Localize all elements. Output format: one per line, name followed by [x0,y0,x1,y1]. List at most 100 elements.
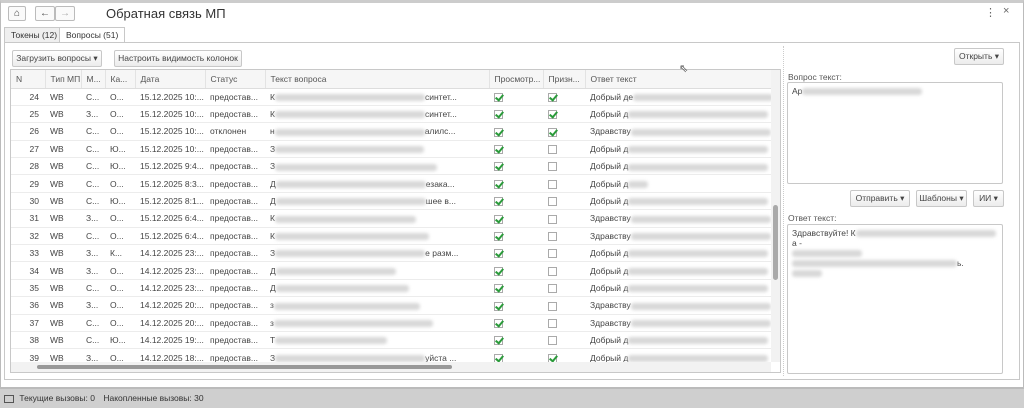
hscroll-thumb[interactable] [37,365,452,369]
cell-recognized[interactable] [543,314,585,332]
cell-viewed[interactable] [489,296,543,315]
cell-recognized[interactable] [543,88,585,106]
cell-recognized[interactable] [543,209,585,228]
checkbox[interactable] [548,284,557,294]
cell-viewed[interactable] [489,209,543,228]
answer-text-field[interactable]: Здравствуйте! Ка - ь. [787,224,1003,374]
col-recognized-header[interactable]: Призн... [543,70,586,89]
cell-viewed[interactable] [489,192,543,211]
table-row[interactable]: 33 WB З... К... 14.12.2025 23:... предостав..… [11,244,771,263]
cell-viewed[interactable] [489,331,543,350]
table-row[interactable]: 32 WB С... О... 15.12.2025 6:4... предостав..… [11,227,771,246]
send-button[interactable]: Отправить ▾ [850,190,910,207]
table-row[interactable]: 36 WB З... О... 14.12.2025 20:... предостав..… [11,296,771,315]
col-viewed-header[interactable]: Просмотр... [489,70,544,89]
table-row[interactable]: 29 WB С... О... 15.12.2025 8:3... предостав..… [11,174,771,193]
col-mp-type-header[interactable]: Тип МП [45,70,82,89]
checkbox[interactable] [548,336,557,346]
close-icon[interactable]: × [1003,5,1009,17]
checkbox[interactable] [494,301,503,311]
cell-viewed[interactable] [489,314,543,332]
more-vertical-icon[interactable]: ⋮ [985,6,996,19]
checkbox[interactable] [548,144,557,154]
cell-recognized[interactable] [543,140,585,159]
table-row[interactable]: 25 WB З... О... 15.12.2025 10:... предостав..… [11,105,771,124]
cell-recognized[interactable] [543,296,585,315]
table-row[interactable]: 37 WB С... О... 14.12.2025 20:... предостав..… [11,314,771,332]
ai-button[interactable]: ИИ ▾ [973,190,1004,207]
checkbox[interactable] [494,284,503,294]
checkbox[interactable] [494,197,503,207]
cell-viewed[interactable] [489,88,543,106]
col-n-header[interactable]: N [11,70,46,89]
vertical-scrollbar[interactable] [771,70,780,362]
templates-button[interactable]: Шаблоны ▾ [916,190,967,207]
cell-viewed[interactable] [489,279,543,298]
cell-viewed[interactable] [489,105,543,124]
table-row[interactable]: 28 WB С... Ю... 15.12.2025 9:4... предостав..… [11,157,771,176]
load-questions-button[interactable]: Загрузить вопросы ▾ [12,50,102,67]
column-visibility-button[interactable]: Настроить видимость колонок [114,50,242,67]
checkbox[interactable] [494,266,503,276]
table-row[interactable]: 26 WB С... О... 15.12.2025 10:... отклонен н ал… [11,122,771,141]
cell-recognized[interactable] [543,227,585,246]
checkbox[interactable] [548,231,557,241]
table-row[interactable]: 34 WB З... О... 14.12.2025 23:... предостав..… [11,261,771,280]
cell-recognized[interactable] [543,122,585,141]
checkbox[interactable] [548,214,557,224]
checkbox[interactable] [548,179,557,189]
col-answer-header[interactable]: Ответ текст [585,70,772,89]
cell-recognized[interactable] [543,174,585,193]
horizontal-scrollbar[interactable] [11,362,771,372]
tab-questions[interactable]: Вопросы (51) [59,27,126,43]
checkbox[interactable] [548,162,557,172]
table-row[interactable]: 31 WB З... О... 15.12.2025 6:4... предостав..… [11,209,771,228]
table-row[interactable]: 30 WB С... Ю... 15.12.2025 8:1... предостав..… [11,192,771,211]
checkbox[interactable] [548,266,557,276]
home-button[interactable]: ⌂ [8,6,26,21]
table-row[interactable]: 24 WB С... О... 15.12.2025 10:... предостав..… [11,88,771,106]
table-row[interactable]: 35 WB С... О... 14.12.2025 23:... предостав..… [11,279,771,298]
col-ka-header[interactable]: Ка... [105,70,136,89]
cell-recognized[interactable] [543,105,585,124]
cell-recognized[interactable] [543,279,585,298]
checkbox[interactable] [494,179,503,189]
checkbox[interactable] [494,318,503,328]
checkbox[interactable] [494,162,503,172]
cell-viewed[interactable] [489,227,543,246]
checkbox[interactable] [548,318,557,328]
table-row[interactable]: 38 WB С... Ю... 14.12.2025 19:... предостав..… [11,331,771,350]
checkbox[interactable] [494,127,503,137]
cell-viewed[interactable] [489,140,543,159]
checkbox[interactable] [548,127,557,137]
checkbox[interactable] [494,249,503,259]
checkbox[interactable] [494,214,503,224]
checkbox[interactable] [494,144,503,154]
col-question-header[interactable]: Текст вопроса [265,70,490,89]
checkbox[interactable] [548,301,557,311]
col-m-header[interactable]: М... [81,70,106,89]
table-row[interactable]: 27 WB С... Ю... 15.12.2025 10:... предостав..… [11,140,771,159]
checkbox[interactable] [494,92,503,102]
checkbox[interactable] [548,197,557,207]
cell-recognized[interactable] [543,244,585,263]
cell-recognized[interactable] [543,157,585,176]
question-text-field[interactable]: Ар [787,82,1003,184]
checkbox[interactable] [494,231,503,241]
cell-viewed[interactable] [489,174,543,193]
cell-recognized[interactable] [543,331,585,350]
scrollbar-thumb[interactable] [773,205,778,280]
windows-icon[interactable] [4,394,14,403]
cell-recognized[interactable] [543,261,585,280]
tab-tokens[interactable]: Токены (12) [4,27,65,42]
checkbox[interactable] [548,92,557,102]
open-button[interactable]: Открыть ▾ [954,48,1004,65]
checkbox[interactable] [494,110,503,120]
cell-viewed[interactable] [489,122,543,141]
col-status-header[interactable]: Статус [205,70,266,89]
forward-button[interactable]: → [55,6,75,21]
checkbox[interactable] [548,110,557,120]
cell-viewed[interactable] [489,157,543,176]
cell-viewed[interactable] [489,244,543,263]
col-date-header[interactable]: Дата [135,70,206,89]
